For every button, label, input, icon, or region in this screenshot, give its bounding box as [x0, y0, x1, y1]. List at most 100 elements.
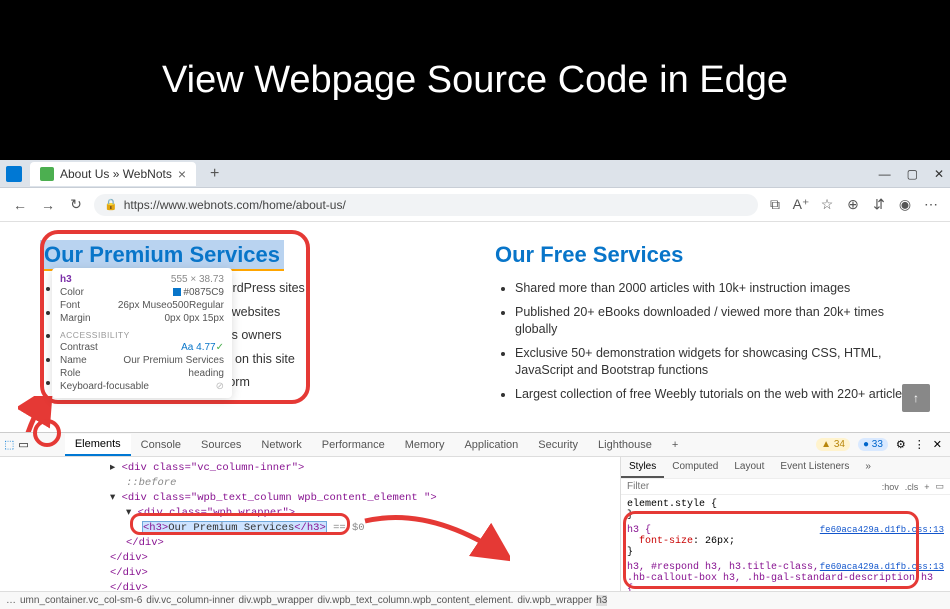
address-bar[interactable]: 🔒 https://www.webnots.com/home/about-us/ [94, 194, 758, 216]
new-tab-button[interactable]: + [204, 165, 225, 183]
styles-tab-computed[interactable]: Computed [664, 457, 726, 478]
dom-tree[interactable]: ▸ <div class="vc_column-inner"> ::before… [0, 457, 620, 591]
list-item: Published 20+ eBooks downloaded / viewed… [515, 304, 920, 339]
tutorial-title-banner: View Webpage Source Code in Edge [0, 0, 950, 160]
breadcrumb-item[interactable]: div.wpb_wrapper [238, 595, 313, 606]
breadcrumb-item[interactable]: div.wpb_text_column.wpb_content_element. [317, 595, 513, 606]
tab-console[interactable]: Console [131, 435, 191, 455]
tab-lighthouse[interactable]: Lighthouse [588, 435, 662, 455]
devtools-dock-icon[interactable]: ⋮ [914, 438, 925, 451]
window-titlebar: About Us » WebNots × + — ▢ ✕ [0, 160, 950, 188]
selected-dom-node[interactable]: <h3>Our Premium Services</h3> [142, 521, 327, 535]
styles-tab-more[interactable]: » [857, 457, 879, 478]
close-window-button[interactable]: ✕ [934, 167, 944, 181]
tooltip-margin-label: Margin [60, 313, 91, 324]
tab-favicon [40, 167, 54, 181]
device-toolbar-icon[interactable]: ▭ [18, 438, 28, 451]
errors-badge[interactable]: ● 33 [858, 438, 888, 451]
devtools-close-icon[interactable]: ✕ [933, 438, 942, 451]
free-list: Shared more than 2000 articles with 10k+… [495, 280, 920, 403]
tab-sources[interactable]: Sources [191, 435, 251, 455]
tooltip-kbd-label: Keyboard-focusable [60, 381, 149, 392]
tab-application[interactable]: Application [454, 435, 528, 455]
devtools-tabbar: ⬚ ▭ Elements Console Sources Network Per… [0, 433, 950, 457]
devtools-settings-icon[interactable]: ⚙ [896, 438, 906, 451]
tooltip-name-value: Our Premium Services [123, 355, 224, 366]
check-icon: ✓ [216, 342, 224, 353]
favorites-icon[interactable]: ☆ [818, 196, 836, 213]
breadcrumb-item[interactable]: div.wpb_wrapper [517, 595, 592, 606]
styles-panel: Styles Computed Layout Event Listeners »… [620, 457, 950, 591]
tooltip-contrast-label: Contrast [60, 342, 98, 353]
tooltip-color-value: #0875C9 [173, 287, 224, 298]
tooltip-name-label: Name [60, 355, 87, 366]
tab-title: About Us » WebNots [60, 167, 172, 181]
styles-tab-events[interactable]: Event Listeners [772, 457, 857, 478]
dom-breadcrumb[interactable]: … umn_container.vc_col-sm-6 div.vc_colum… [0, 591, 950, 609]
list-item: Exclusive 50+ demonstration widgets for … [515, 345, 920, 380]
annotation-arrow-1 [18, 396, 58, 432]
more-icon[interactable]: ⋯ [922, 196, 940, 213]
tab-network[interactable]: Network [251, 435, 311, 455]
edge-browser: About Us » WebNots × + — ▢ ✕ ← → ↻ 🔒 htt… [0, 160, 950, 609]
tooltip-font-value: 26px Museo500Regular [118, 300, 224, 311]
breadcrumb-item[interactable]: umn_container.vc_col-sm-6 [20, 595, 142, 606]
read-aloud-icon[interactable]: A⁺ [792, 196, 810, 213]
page-content: Our Premium Services on services for Wee… [0, 222, 950, 432]
tooltip-a11y-section: ACCESSIBILITY [60, 330, 224, 340]
styles-more-icon[interactable]: ▭ [935, 481, 944, 492]
select-element-icon[interactable]: ⬚ [4, 438, 14, 451]
browser-tab[interactable]: About Us » WebNots × [30, 162, 196, 186]
maximize-button[interactable]: ▢ [907, 167, 918, 181]
window-controls: — ▢ ✕ [879, 167, 944, 181]
list-item: Largest collection of free Weebly tutori… [515, 386, 920, 404]
tab-security[interactable]: Security [528, 435, 588, 455]
url-text: https://www.webnots.com/home/about-us/ [124, 198, 346, 212]
styles-filter-input[interactable] [627, 481, 876, 492]
reading-view-icon[interactable]: ⧉ [766, 196, 784, 213]
refresh-button[interactable]: ↻ [66, 196, 86, 213]
free-column: Our Free Services Shared more than 2000 … [495, 242, 920, 422]
tooltip-margin-value: 0px 0px 15px [165, 313, 225, 324]
new-style-button[interactable]: + [924, 482, 929, 492]
cls-button[interactable]: .cls [905, 482, 919, 492]
css-source-link[interactable]: fe60aca429a.d1fb.css:13 [820, 525, 944, 535]
back-button[interactable]: ← [10, 197, 30, 213]
css-source-link[interactable]: fe60aca429a.d1fb.css:13 [820, 562, 944, 572]
forward-button[interactable]: → [38, 197, 58, 213]
tab-close-icon[interactable]: × [178, 166, 186, 182]
blocked-icon: ⊘ [216, 381, 224, 392]
styles-tab-layout[interactable]: Layout [726, 457, 772, 478]
list-item: Shared more than 2000 articles with 10k+… [515, 280, 920, 298]
tab-performance[interactable]: Performance [312, 435, 395, 455]
css-rules[interactable]: element.style {} fe60aca429a.d1fb.css:13… [621, 495, 950, 591]
devtools-panel: ⬚ ▭ Elements Console Sources Network Per… [0, 432, 950, 609]
tab-add[interactable]: + [662, 435, 688, 455]
tab-elements[interactable]: Elements [65, 434, 131, 456]
hov-button[interactable]: :hov [882, 482, 899, 492]
devtools-body: ▸ <div class="vc_column-inner"> ::before… [0, 457, 950, 591]
annotation-arrow-2 [360, 501, 510, 591]
tooltip-contrast-value: Aa 4.77 [181, 342, 215, 353]
tooltip-role-value: heading [188, 368, 224, 379]
sync-icon[interactable]: ⇵ [870, 196, 888, 213]
warnings-badge[interactable]: ▲ 34 [816, 438, 850, 451]
breadcrumb-item[interactable]: h3 [596, 595, 607, 606]
tooltip-font-label: Font [60, 300, 80, 311]
scroll-to-top-button[interactable]: ↑ [902, 384, 930, 412]
styles-tab-styles[interactable]: Styles [621, 457, 664, 478]
styles-filter-row: :hov .cls + ▭ [621, 479, 950, 495]
tab-memory[interactable]: Memory [395, 435, 455, 455]
free-heading: Our Free Services [495, 242, 920, 268]
tooltip-dimensions: 555 × 38.73 [171, 274, 224, 285]
profile-icon[interactable]: ◉ [896, 196, 914, 213]
browser-toolbar: ← → ↻ 🔒 https://www.webnots.com/home/abo… [0, 188, 950, 222]
breadcrumb-item[interactable]: div.vc_column-inner [146, 595, 234, 606]
styles-tabs: Styles Computed Layout Event Listeners » [621, 457, 950, 479]
tooltip-color-label: Color [60, 287, 84, 298]
premium-heading: Our Premium Services [40, 242, 465, 268]
minimize-button[interactable]: — [879, 167, 891, 181]
collections-icon[interactable]: ⊕ [844, 196, 862, 213]
lock-icon: 🔒 [104, 198, 118, 211]
tooltip-role-label: Role [60, 368, 81, 379]
